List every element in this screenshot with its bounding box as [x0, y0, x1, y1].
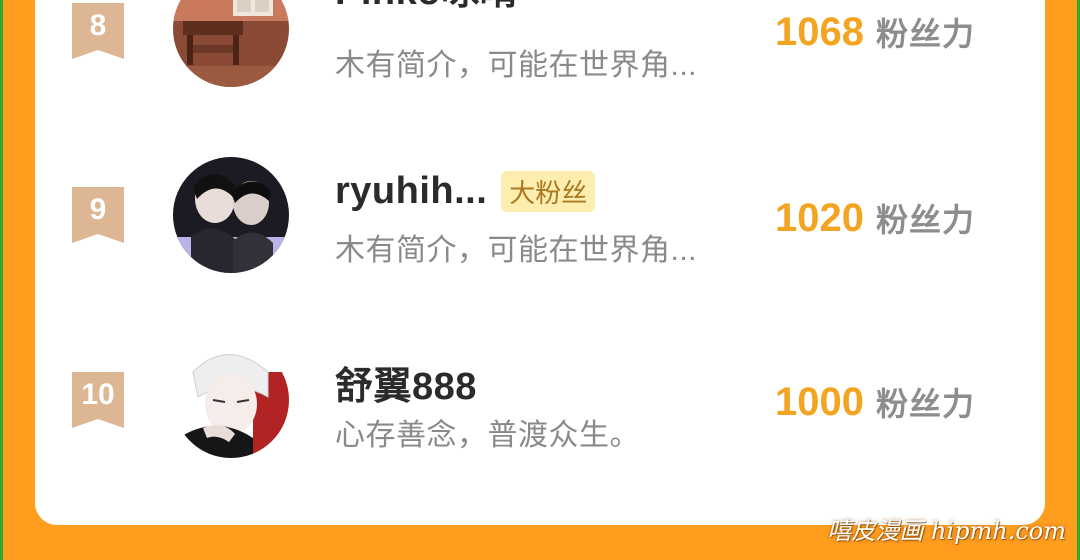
anime-character-avatar-icon: [173, 342, 289, 458]
ranking-row[interactable]: 9 ryuhih... 大粉丝 木有简介，可能在世界角... 1020 粉丝力: [35, 145, 1045, 275]
user-bio: 木有简介，可能在世界角...: [335, 234, 698, 267]
fan-score: 1020 粉丝力: [775, 195, 975, 241]
fan-score-value: 1000: [775, 380, 864, 424]
fan-score-unit: 粉丝力: [875, 16, 975, 52]
user-name[interactable]: ryuhih...: [335, 170, 487, 213]
user-bio: 木有简介，可能在世界角...: [335, 49, 698, 82]
left-edge-strip: [0, 0, 3, 560]
site-watermark: 嘻皮漫画 hipmh.com: [827, 517, 1066, 545]
ranking-row[interactable]: 8 Pinko咏晴 木有简介，可能在世界角... 1068 粉丝力: [35, 0, 1045, 90]
rank-badge: 10: [72, 372, 124, 428]
couple-photo-avatar-icon: [173, 157, 289, 273]
ranking-card: 8 Pinko咏晴 木有简介，可能在世界角... 1068 粉丝力: [35, 0, 1045, 525]
fan-score-value: 1020: [775, 196, 864, 240]
user-avatar[interactable]: [173, 342, 289, 458]
user-avatar[interactable]: [173, 157, 289, 273]
fan-score-unit: 粉丝力: [875, 386, 975, 422]
rank-badge: 9: [72, 187, 124, 243]
rank-number: 8: [89, 9, 107, 42]
user-name[interactable]: 舒翼888: [335, 355, 477, 410]
room-photo-avatar-icon: [173, 0, 289, 87]
user-bio: 心存善念，普渡众生。: [335, 419, 640, 452]
user-avatar[interactable]: [173, 0, 289, 87]
user-name-line: ryuhih... 大粉丝: [335, 170, 596, 213]
ranking-row[interactable]: 10 舒翼888 心存善念，普渡众生。 1000 粉丝力: [35, 330, 1045, 460]
user-name-line: 舒翼888: [335, 355, 477, 410]
fan-score: 1068 粉丝力: [775, 9, 975, 55]
user-name[interactable]: Pinko咏晴: [335, 0, 518, 15]
fan-level-tag: 大粉丝: [501, 171, 596, 212]
rank-number: 10: [81, 378, 115, 411]
rank-number: 9: [89, 193, 107, 226]
rank-badge: 8: [72, 3, 124, 59]
fan-score: 1000 粉丝力: [775, 379, 975, 425]
user-name-line: Pinko咏晴: [335, 0, 518, 15]
fan-score-unit: 粉丝力: [875, 202, 975, 238]
fan-score-value: 1068: [775, 10, 864, 54]
